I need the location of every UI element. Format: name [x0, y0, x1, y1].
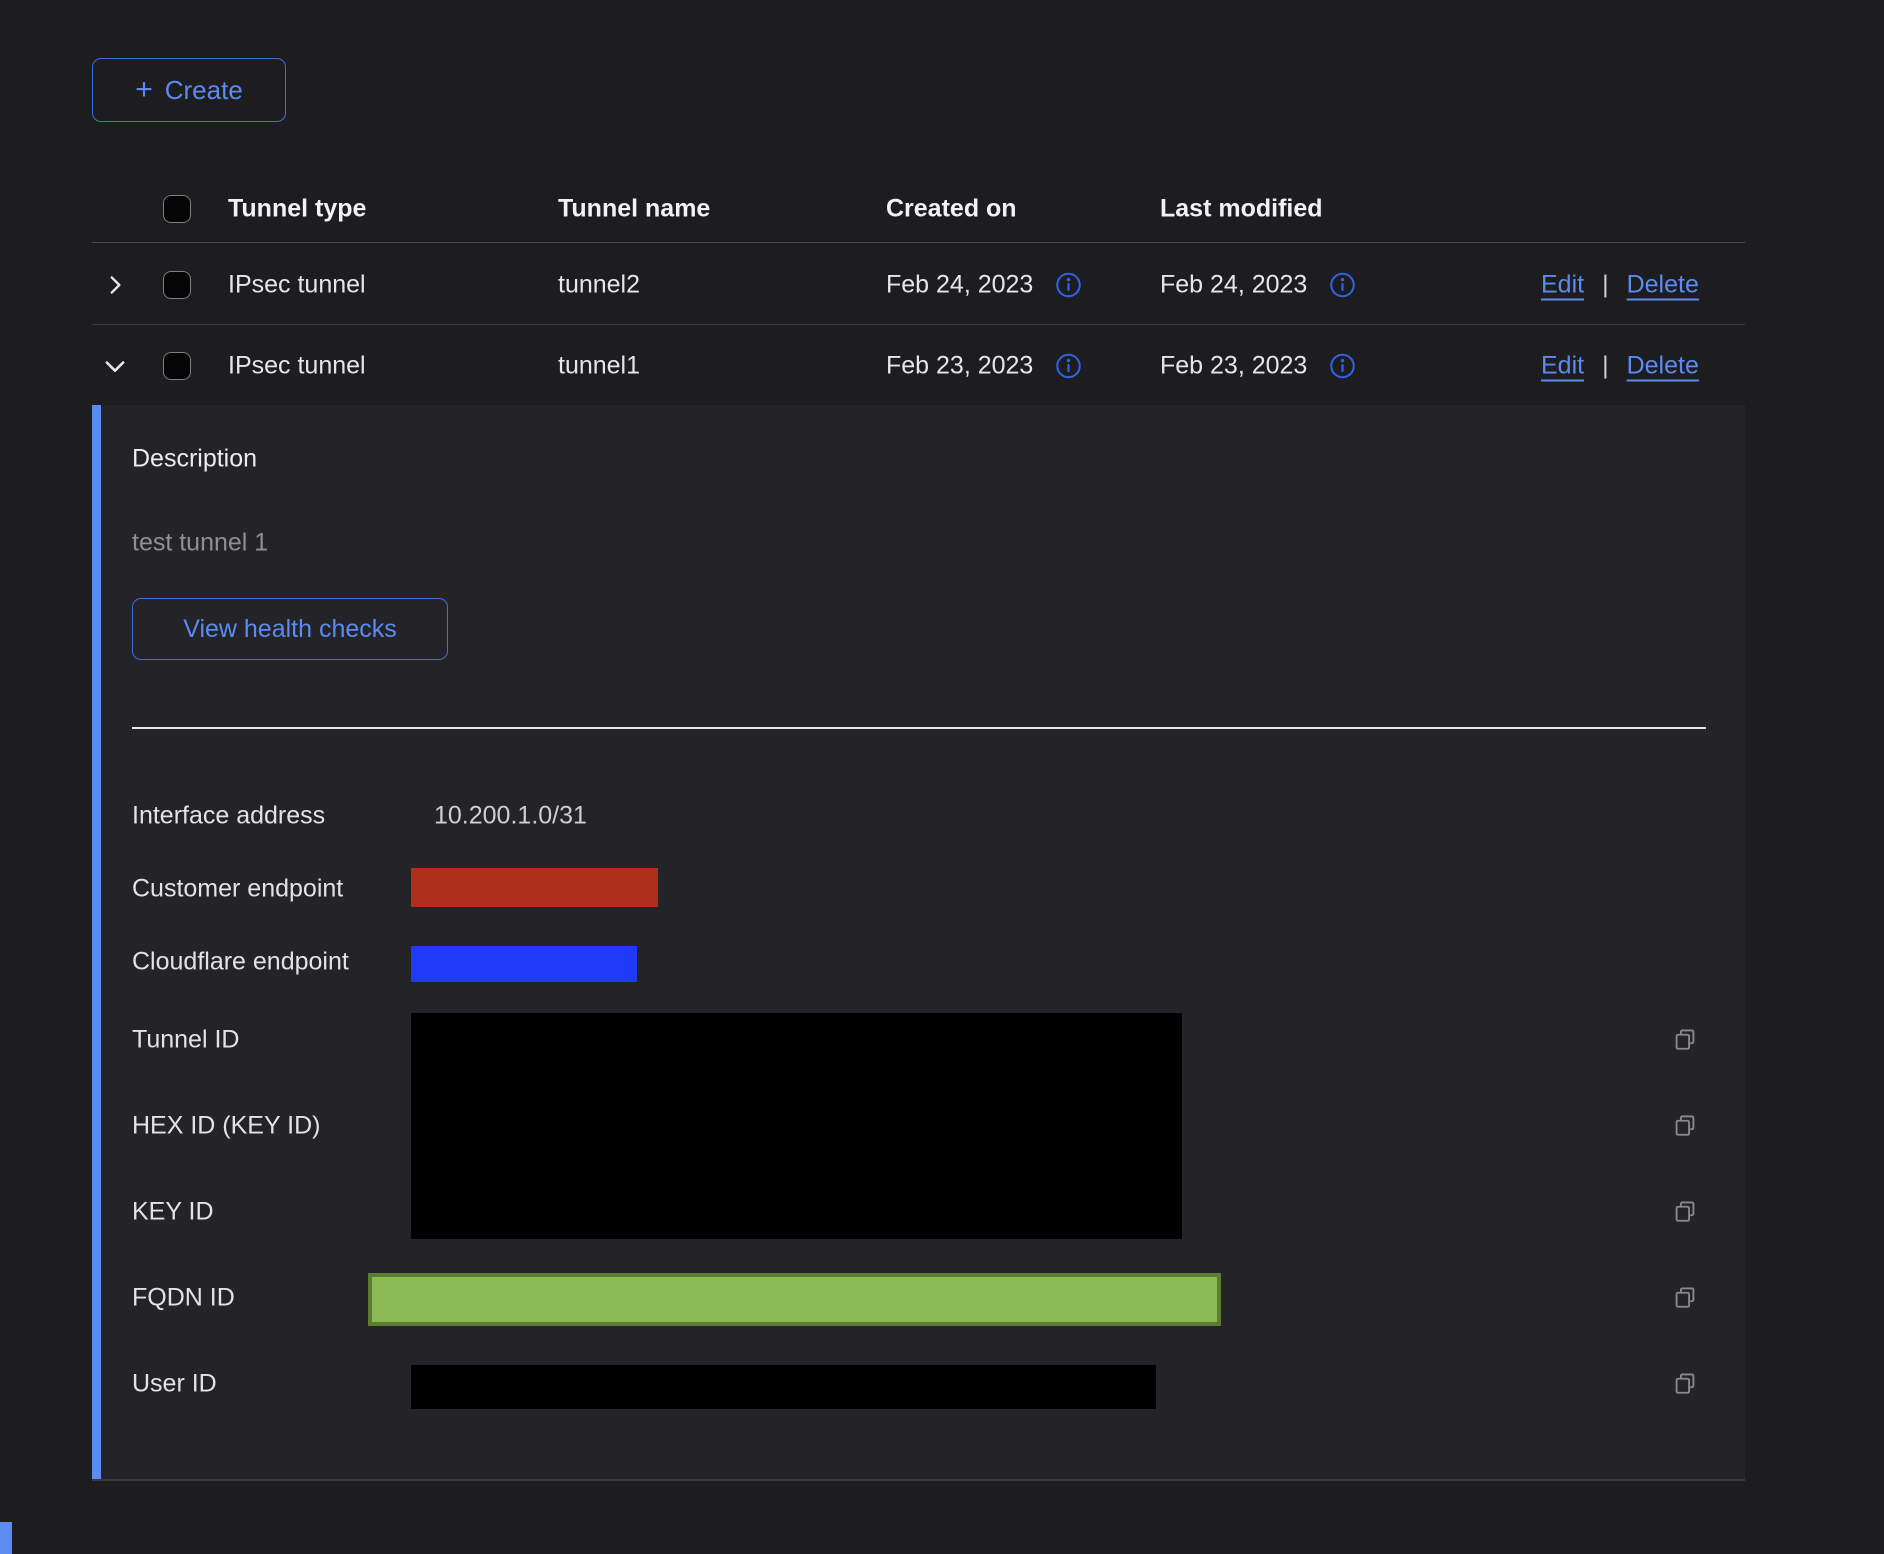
chevron-down-icon	[101, 352, 129, 380]
tunnel-name-cell: tunnel1	[558, 352, 640, 381]
user-id-label: User ID	[132, 1370, 217, 1399]
panel-bottom-divider	[92, 1479, 1745, 1481]
edit-link[interactable]: Edit	[1541, 271, 1584, 300]
info-circle-icon[interactable]	[1329, 272, 1356, 299]
copy-icon[interactable]	[1671, 1112, 1699, 1140]
row-checkbox[interactable]	[163, 271, 191, 299]
description-value: test tunnel 1	[132, 529, 268, 558]
copy-icon[interactable]	[1671, 1370, 1699, 1398]
view-health-checks-button[interactable]: View health checks	[132, 598, 448, 660]
copy-icon[interactable]	[1671, 1284, 1699, 1312]
created-on-cell: Feb 23, 2023	[886, 352, 1082, 381]
key-id-label: KEY ID	[132, 1198, 214, 1227]
row-divider	[92, 324, 1745, 325]
last-modified-date: Feb 24, 2023	[1160, 271, 1307, 300]
column-header-last-modified: Last modified	[1160, 195, 1323, 224]
delete-link[interactable]: Delete	[1627, 352, 1699, 381]
row-expand-button[interactable]	[100, 270, 130, 300]
header-divider	[92, 242, 1745, 243]
actions-separator: |	[1602, 271, 1609, 300]
fqdn-id-redaction	[368, 1273, 1221, 1326]
created-on-date: Feb 23, 2023	[886, 352, 1033, 381]
ids-redaction	[411, 1013, 1182, 1239]
cloudflare-endpoint-label: Cloudflare endpoint	[132, 948, 349, 977]
tunnel-type-cell: IPsec tunnel	[228, 352, 366, 381]
customer-endpoint-redaction	[411, 868, 658, 907]
info-circle-icon[interactable]	[1329, 353, 1356, 380]
cloudflare-endpoint-redaction	[411, 946, 637, 982]
panel-divider	[132, 727, 1706, 729]
row-actions: Edit | Delete	[1541, 271, 1699, 300]
delete-link[interactable]: Delete	[1627, 271, 1699, 300]
select-all-checkbox[interactable]	[163, 195, 191, 223]
copy-icon[interactable]	[1671, 1198, 1699, 1226]
last-modified-date: Feb 23, 2023	[1160, 352, 1307, 381]
tunnel-id-label: Tunnel ID	[132, 1026, 239, 1055]
customer-endpoint-label: Customer endpoint	[132, 875, 343, 904]
actions-separator: |	[1602, 352, 1609, 381]
tunnel-name-cell: tunnel2	[558, 271, 640, 300]
fqdn-id-label: FQDN ID	[132, 1284, 235, 1313]
column-header-created-on: Created on	[886, 195, 1017, 224]
row-collapse-button[interactable]	[100, 351, 130, 381]
last-modified-cell: Feb 24, 2023	[1160, 271, 1356, 300]
info-circle-icon[interactable]	[1055, 353, 1082, 380]
chevron-right-icon	[102, 272, 128, 298]
info-circle-icon[interactable]	[1055, 272, 1082, 299]
row-actions: Edit | Delete	[1541, 352, 1699, 381]
expanded-row-indicator-bar	[92, 405, 101, 1479]
created-on-cell: Feb 24, 2023	[886, 271, 1082, 300]
copy-icon[interactable]	[1671, 1026, 1699, 1054]
tunnel-type-cell: IPsec tunnel	[228, 271, 366, 300]
description-label: Description	[132, 445, 257, 474]
tunnels-page: { "create_button": { "plus": "+", "label…	[0, 0, 1884, 1554]
plus-icon: +	[135, 75, 153, 105]
create-button[interactable]: + Create	[92, 58, 286, 122]
edit-link[interactable]: Edit	[1541, 352, 1584, 381]
row-checkbox[interactable]	[163, 352, 191, 380]
column-header-tunnel-type: Tunnel type	[228, 195, 366, 224]
created-on-date: Feb 24, 2023	[886, 271, 1033, 300]
interface-address-value: 10.200.1.0/31	[434, 802, 587, 831]
create-button-label: Create	[165, 75, 243, 106]
hex-id-label: HEX ID (KEY ID)	[132, 1112, 320, 1141]
interface-address-label: Interface address	[132, 802, 325, 831]
column-header-tunnel-name: Tunnel name	[558, 195, 710, 224]
bottom-left-indicator-fragment	[0, 1522, 12, 1554]
last-modified-cell: Feb 23, 2023	[1160, 352, 1356, 381]
user-id-redaction	[411, 1365, 1156, 1409]
